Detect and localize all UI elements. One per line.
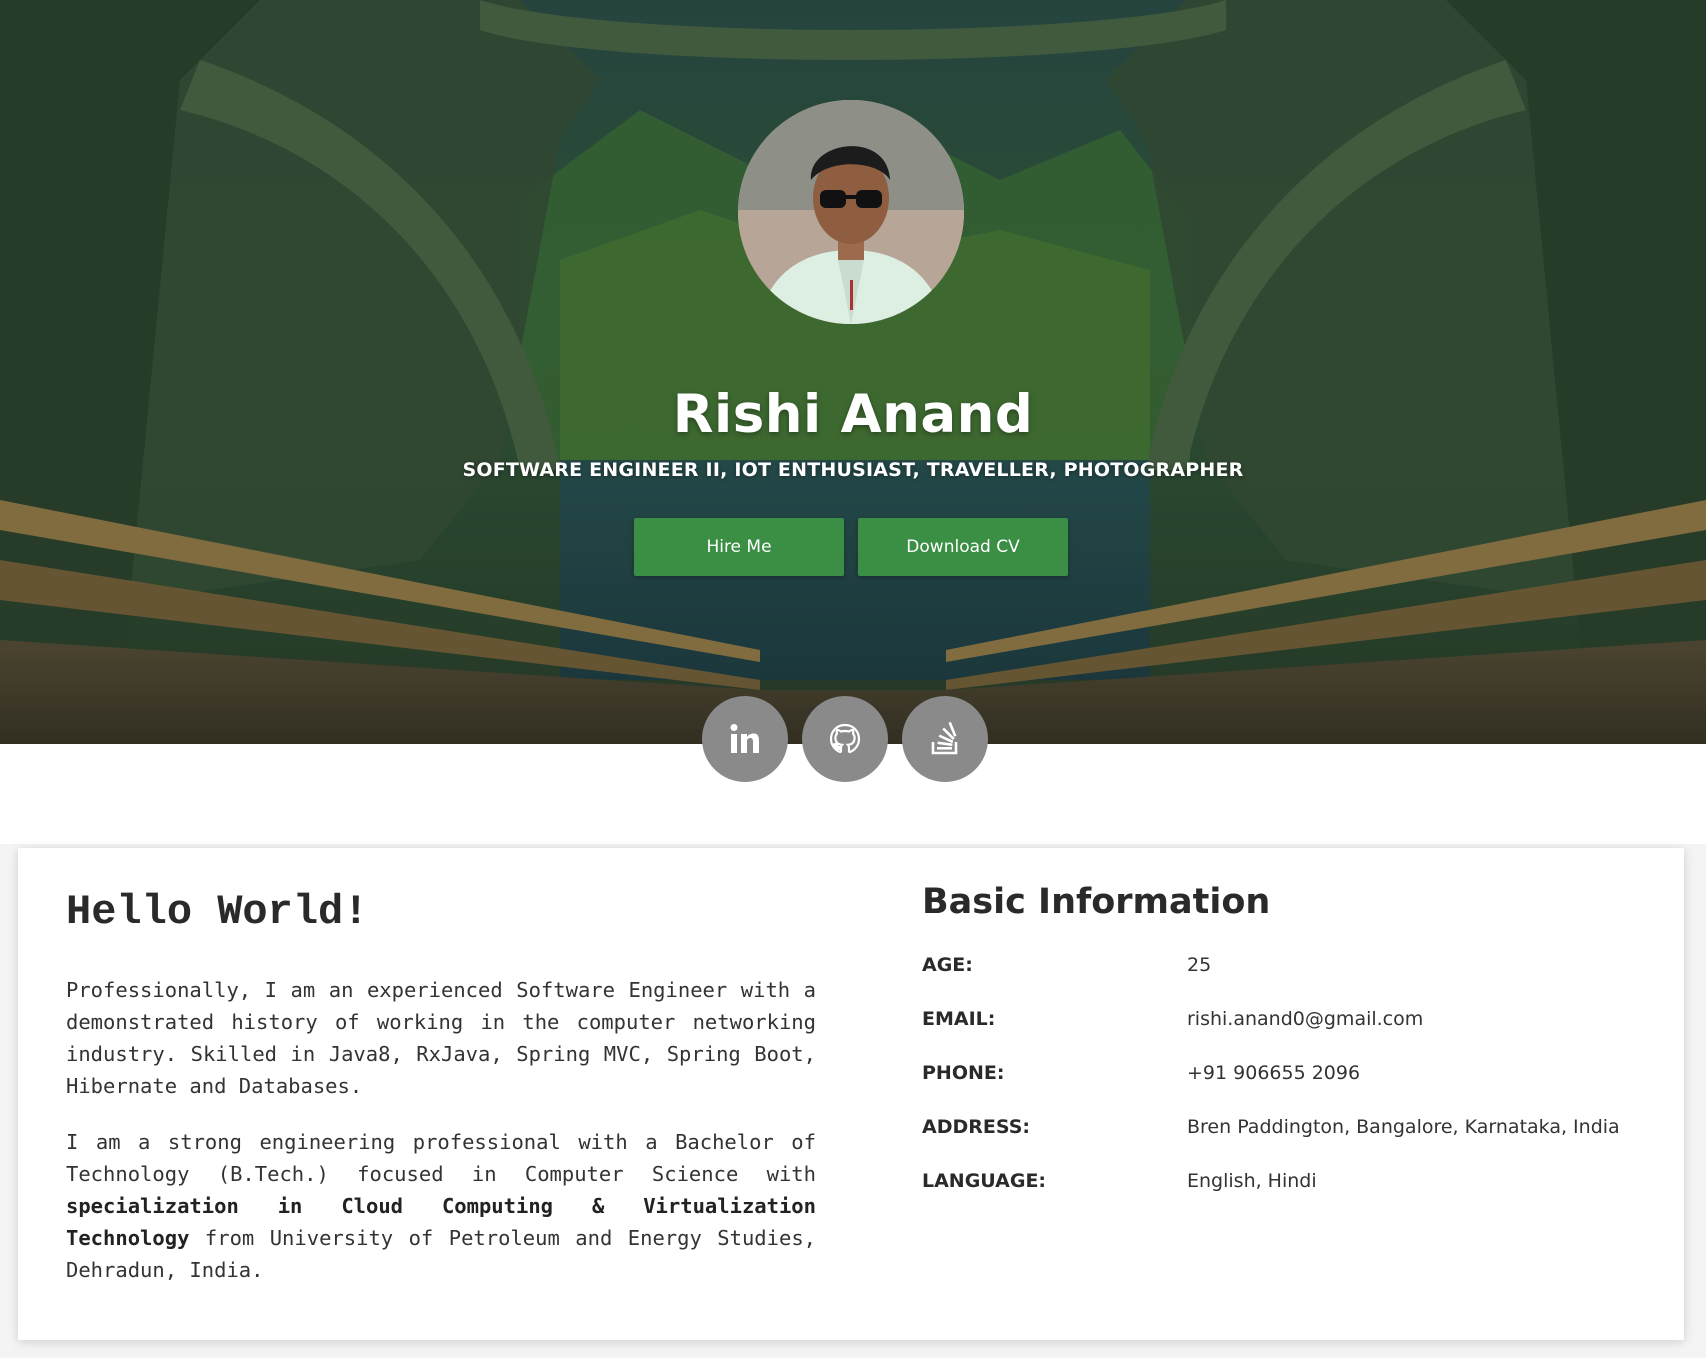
info-row-address: ADDRESS: Bren Paddington, Bangalore, Kar… [922,1116,1662,1146]
about-paragraph-2: I am a strong engineering professional w… [66,1126,816,1286]
phone-value: +91 906655 2096 [1187,1062,1361,1084]
info-row-age: AGE: 25 [922,954,1662,984]
info-label: LANGUAGE: [922,1170,1047,1192]
info-label: PHONE: [922,1062,1005,1084]
profile-name: Rishi Anand [672,384,1034,445]
email-value[interactable]: rishi.anand0@gmail.com [1187,1008,1423,1030]
stackoverflow-link[interactable] [902,696,988,782]
hero-content: Rishi Anand SOFTWARE ENGINEER II, IOT EN… [0,0,1706,744]
about-paragraph-1: Professionally, I am an experienced Soft… [66,978,816,1098]
linkedin-link[interactable] [702,696,788,782]
stackoverflow-icon [931,722,958,755]
about-card: Hello World! Professionally, I am an exp… [18,848,1684,1340]
info-label: ADDRESS: [922,1116,1030,1138]
hero-section: Rishi Anand SOFTWARE ENGINEER II, IOT EN… [0,0,1706,744]
info-value: 25 [1187,954,1212,976]
info-label: EMAIL: [922,1008,996,1030]
profile-subtitle: SOFTWARE ENGINEER II, IOT ENTHUSIAST, TR… [462,459,1244,481]
basic-info-title: Basic Information [922,882,1271,922]
download-cv-button[interactable]: Download CV [858,518,1068,576]
info-row-email: EMAIL: rishi.anand0@gmail.com [922,1008,1662,1038]
profile-avatar [738,100,964,324]
address-value: Bren Paddington, Bangalore, Karnataka, I… [1187,1116,1620,1138]
hire-me-button[interactable]: Hire Me [634,518,844,576]
linkedin-icon [730,724,759,753]
info-row-language: LANGUAGE: English, Hindi [922,1170,1662,1200]
about-paragraph-2-start: I am a strong engineering professional w… [66,1130,816,1186]
github-link[interactable] [802,696,888,782]
about-heading: Hello World! [66,888,369,936]
language-value: English, Hindi [1187,1170,1317,1192]
info-row-phone: PHONE: +91 906655 2096 [922,1062,1662,1092]
info-label: AGE: [922,954,973,976]
github-icon [829,723,861,754]
profile-photo [738,100,964,324]
